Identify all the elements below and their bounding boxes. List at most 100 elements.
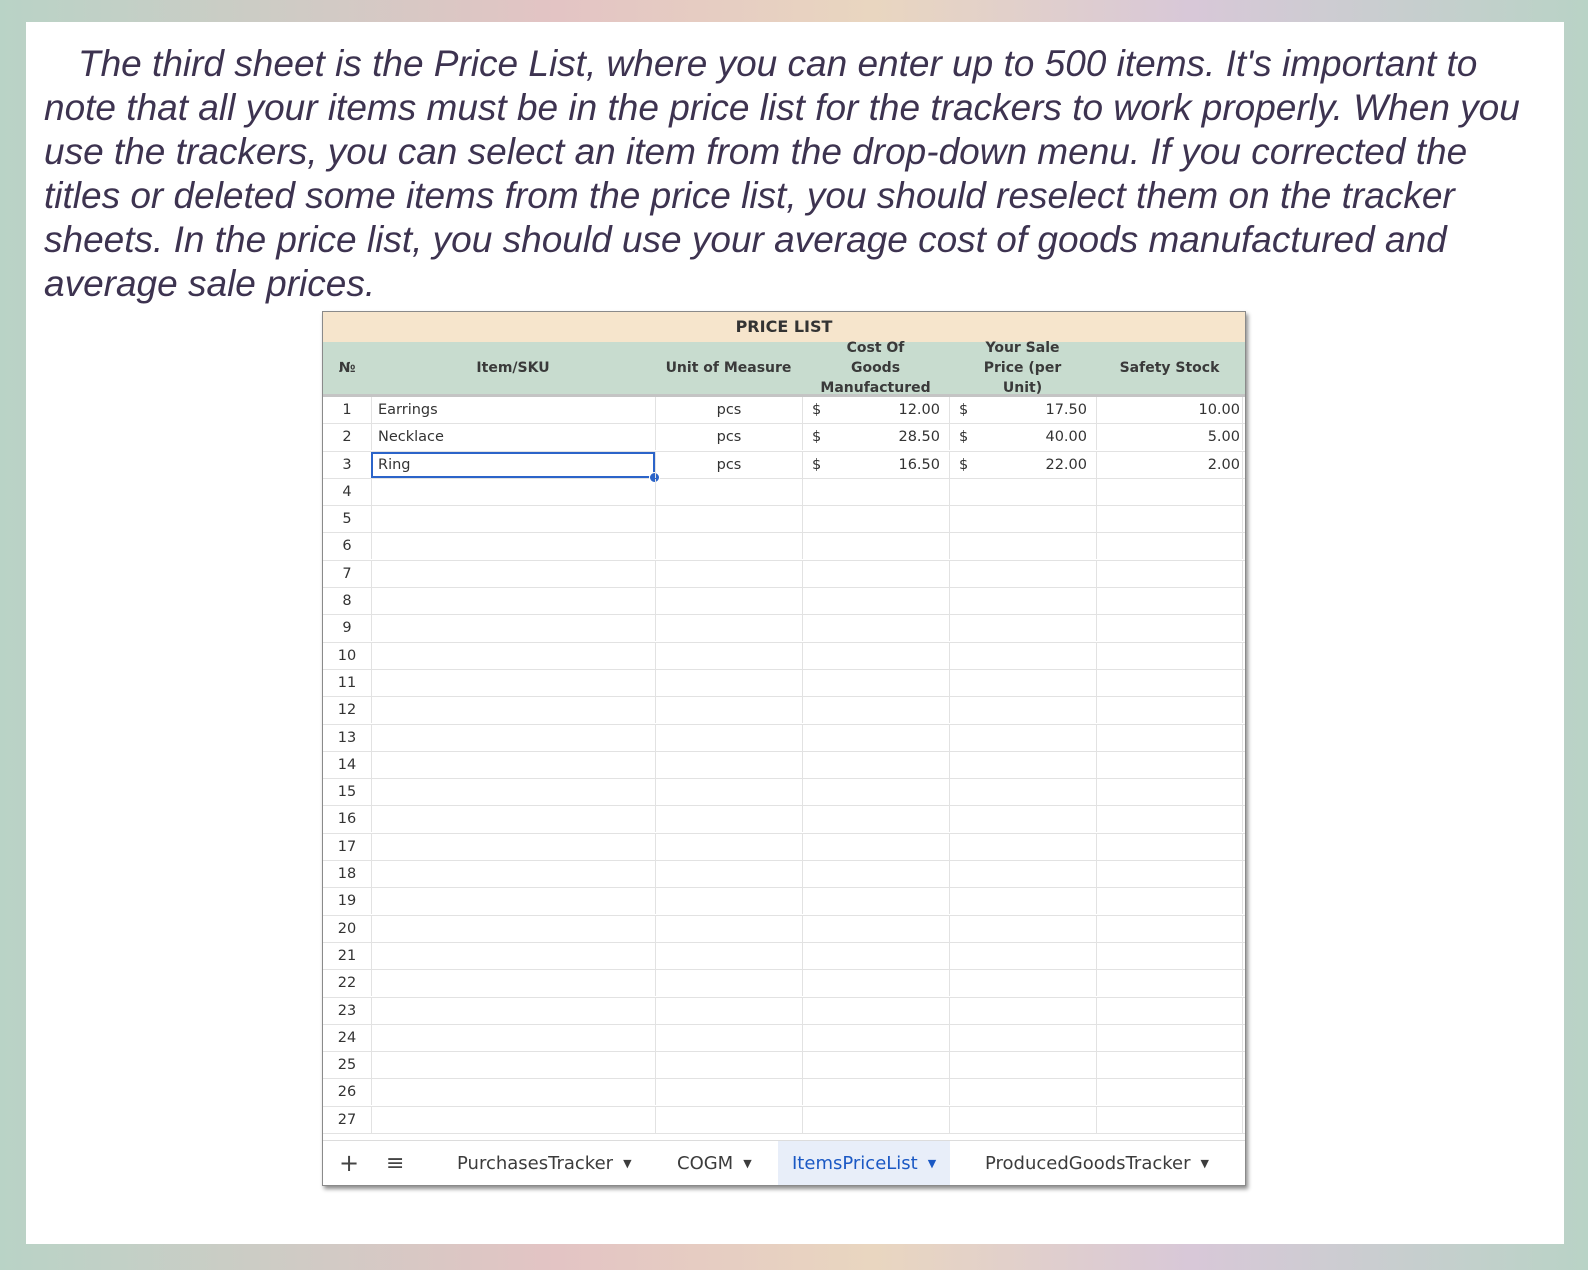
uom-cell[interactable] (655, 506, 802, 533)
sale-cell[interactable] (949, 1024, 1096, 1051)
item-cell[interactable] (371, 669, 655, 696)
cost-cell[interactable] (802, 1052, 949, 1079)
cost-cell[interactable] (802, 478, 949, 505)
cost-cell[interactable] (802, 997, 949, 1024)
safety-stock-cell[interactable] (1096, 669, 1243, 696)
sale-cell[interactable] (949, 1052, 1096, 1079)
uom-cell[interactable] (655, 669, 802, 696)
safety-stock-cell[interactable] (1096, 642, 1243, 669)
safety-stock-cell[interactable] (1096, 1106, 1243, 1133)
sale-cell[interactable] (949, 724, 1096, 751)
item-cell[interactable] (371, 833, 655, 860)
uom-cell[interactable] (655, 970, 802, 997)
safety-stock-cell[interactable] (1096, 779, 1243, 806)
uom-cell[interactable] (655, 724, 802, 751)
item-cell[interactable] (371, 779, 655, 806)
sale-cell[interactable] (949, 779, 1096, 806)
add-sheet-icon[interactable]: + (339, 1141, 359, 1185)
sale-cell[interactable]: $22.00 (949, 451, 1096, 478)
caret-down-icon[interactable]: ▼ (623, 1157, 631, 1170)
sale-cell[interactable] (949, 560, 1096, 587)
safety-stock-cell[interactable] (1096, 806, 1243, 833)
safety-stock-cell[interactable] (1096, 724, 1243, 751)
item-cell[interactable] (371, 560, 655, 587)
item-cell[interactable] (371, 1024, 655, 1051)
uom-cell[interactable] (655, 915, 802, 942)
item-cell[interactable] (371, 506, 655, 533)
item-cell[interactable] (371, 861, 655, 888)
tab-purchases-tracker[interactable]: PurchasesTracker ▼ (457, 1141, 632, 1185)
cost-cell[interactable] (802, 751, 949, 778)
uom-cell[interactable] (655, 1106, 802, 1133)
uom-cell[interactable] (655, 888, 802, 915)
sale-cell[interactable] (949, 669, 1096, 696)
cost-cell[interactable] (802, 806, 949, 833)
item-cell[interactable] (371, 806, 655, 833)
sale-cell[interactable] (949, 1106, 1096, 1133)
cost-cell[interactable] (802, 1024, 949, 1051)
uom-cell[interactable] (655, 697, 802, 724)
cost-cell[interactable]: $28.50 (802, 424, 949, 451)
safety-stock-cell[interactable] (1096, 888, 1243, 915)
item-cell[interactable]: Necklace (371, 424, 655, 451)
uom-cell[interactable]: pcs (655, 424, 802, 451)
safety-stock-cell[interactable] (1096, 1079, 1243, 1106)
uom-cell[interactable] (655, 1052, 802, 1079)
uom-cell[interactable]: pcs (655, 397, 802, 423)
safety-stock-cell[interactable]: 10.00 (1096, 397, 1243, 423)
safety-stock-cell[interactable] (1096, 506, 1243, 533)
cost-cell[interactable]: $16.50 (802, 451, 949, 478)
uom-cell[interactable] (655, 833, 802, 860)
safety-stock-cell[interactable]: 2.00 (1096, 451, 1243, 478)
safety-stock-cell[interactable] (1096, 861, 1243, 888)
cost-cell[interactable] (802, 724, 949, 751)
safety-stock-cell[interactable] (1096, 588, 1243, 615)
safety-stock-cell[interactable] (1096, 478, 1243, 505)
safety-stock-cell[interactable] (1096, 560, 1243, 587)
item-cell[interactable]: Earrings (371, 397, 655, 423)
sale-cell[interactable] (949, 833, 1096, 860)
cost-cell[interactable]: $12.00 (802, 397, 949, 423)
tab-items-price-list[interactable]: ItemsPriceList ▼ (778, 1141, 951, 1185)
cost-cell[interactable] (802, 942, 949, 969)
cost-cell[interactable] (802, 560, 949, 587)
cost-cell[interactable] (802, 779, 949, 806)
uom-cell[interactable] (655, 806, 802, 833)
cost-cell[interactable] (802, 833, 949, 860)
cost-cell[interactable] (802, 1079, 949, 1106)
sale-cell[interactable] (949, 697, 1096, 724)
safety-stock-cell[interactable] (1096, 1052, 1243, 1079)
all-sheets-menu-icon[interactable]: ≡ (386, 1141, 404, 1185)
uom-cell[interactable] (655, 779, 802, 806)
item-cell[interactable] (371, 888, 655, 915)
sale-cell[interactable] (949, 533, 1096, 560)
safety-stock-cell[interactable] (1096, 915, 1243, 942)
sale-cell[interactable]: $40.00 (949, 424, 1096, 451)
safety-stock-cell[interactable] (1096, 615, 1243, 642)
cost-cell[interactable] (802, 669, 949, 696)
item-cell[interactable] (371, 1106, 655, 1133)
sale-cell[interactable] (949, 888, 1096, 915)
cost-cell[interactable] (802, 506, 949, 533)
item-cell[interactable] (371, 751, 655, 778)
sale-cell[interactable] (949, 478, 1096, 505)
sale-cell[interactable] (949, 615, 1096, 642)
uom-cell[interactable]: pcs (655, 451, 802, 478)
item-cell[interactable] (371, 724, 655, 751)
safety-stock-cell[interactable] (1096, 997, 1243, 1024)
cost-cell[interactable] (802, 642, 949, 669)
cost-cell[interactable] (802, 533, 949, 560)
item-cell[interactable] (371, 642, 655, 669)
sale-cell[interactable] (949, 970, 1096, 997)
sale-cell[interactable]: $17.50 (949, 397, 1096, 423)
sale-cell[interactable] (949, 642, 1096, 669)
safety-stock-cell[interactable] (1096, 1024, 1243, 1051)
caret-down-icon[interactable]: ▼ (743, 1157, 751, 1170)
caret-down-icon[interactable]: ▼ (1201, 1157, 1209, 1170)
sale-cell[interactable] (949, 915, 1096, 942)
sale-cell[interactable] (949, 997, 1096, 1024)
uom-cell[interactable] (655, 997, 802, 1024)
safety-stock-cell[interactable] (1096, 970, 1243, 997)
item-cell[interactable] (371, 970, 655, 997)
item-cell[interactable] (371, 997, 655, 1024)
